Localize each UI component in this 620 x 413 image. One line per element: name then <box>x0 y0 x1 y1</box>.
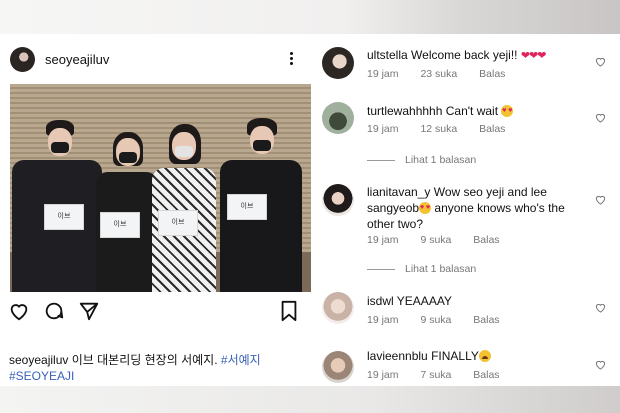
avatar[interactable] <box>322 184 354 216</box>
comment-likes[interactable]: 23 suka <box>420 68 457 80</box>
comment-body-3: anyone knows who's the <box>434 201 565 215</box>
script-booklet-3: 이브 <box>158 210 198 236</box>
comment-text: lavieennblu FINALLY <box>367 348 577 364</box>
comment-body: YEAAAAY <box>396 294 452 308</box>
comment-time: 19 jam <box>367 68 399 80</box>
like-heart-icon[interactable] <box>595 195 606 205</box>
comment-time: 19 jam <box>367 234 399 246</box>
comment-meta: 19 jam 23 suka Balas <box>367 68 505 80</box>
comment-body-4: other two? <box>367 217 424 231</box>
comment-text: lianitavan_y Wow seo yeji and lee sangye… <box>367 184 577 232</box>
hashtag-link[interactable]: #SEOYEAJI <box>9 369 74 383</box>
share-icon[interactable] <box>78 300 100 322</box>
crying-emoji-icon <box>478 350 491 362</box>
background-bottom <box>0 386 620 413</box>
heart-eyes-emoji-icon <box>501 105 514 117</box>
like-heart-icon[interactable] <box>595 360 606 370</box>
comment-time: 19 jam <box>367 314 399 326</box>
avatar[interactable] <box>322 351 354 383</box>
reply-button[interactable]: Balas <box>473 369 499 381</box>
comment-time: 19 jam <box>367 123 399 135</box>
comment-username[interactable]: ultstella <box>367 48 408 62</box>
heart-eyes-emoji-icon <box>419 202 432 214</box>
view-replies-label[interactable]: Lihat 1 balasan <box>405 154 476 166</box>
comment-meta: 19 jam 7 suka Balas <box>367 369 500 381</box>
view-replies-label[interactable]: Lihat 1 balasan <box>405 263 476 275</box>
comment-body-2: sangyeob <box>367 201 420 215</box>
background-top <box>0 0 620 34</box>
more-icon[interactable] <box>290 52 294 66</box>
caption-text: 이브 대본리딩 현장의 서예지. <box>71 353 218 367</box>
like-heart-icon[interactable] <box>595 57 606 67</box>
comment-username[interactable]: lavieennblu <box>367 349 428 363</box>
comment-time: 19 jam <box>367 369 399 381</box>
comment-body: Welcome back yeji!! <box>411 48 518 62</box>
view-replies-link[interactable]: Lihat 1 balasan <box>367 263 567 275</box>
comment-body: Can't wait <box>445 104 499 118</box>
script-booklet-4: 이브 <box>227 194 267 220</box>
reply-button[interactable]: Balas <box>473 234 499 246</box>
comment-meta: 19 jam 9 suka Balas <box>367 314 500 326</box>
comment-text: ultstella Welcome back yeji!! ❤❤❤ <box>367 47 577 64</box>
photo-person-3 <box>152 124 216 292</box>
avatar[interactable] <box>322 102 354 134</box>
comment-text: isdwl YEAAAAY <box>367 293 577 309</box>
comment-meta: 19 jam 12 suka Balas <box>367 123 505 135</box>
comment-likes[interactable]: 9 suka <box>420 314 451 326</box>
post-photo[interactable]: 이브 이브 이브 이브 <box>10 84 311 292</box>
bookmark-icon[interactable] <box>279 300 299 322</box>
comment-likes[interactable]: 7 suka <box>420 369 451 381</box>
hearts-emoji-icon: ❤❤❤ <box>520 50 547 62</box>
post-caption: seoyeajiluv 이브 대본리딩 현장의 서예지. #서예지 #SEOYE… <box>9 352 304 384</box>
comment-likes[interactable]: 9 suka <box>420 234 451 246</box>
avatar[interactable] <box>322 292 354 324</box>
heart-icon[interactable] <box>8 300 30 322</box>
comment-body-1: Wow seo yeji and lee <box>433 185 547 199</box>
script-booklet-1: 이브 <box>44 204 84 230</box>
comment-meta: 19 jam 9 suka Balas <box>367 234 500 246</box>
avatar[interactable] <box>322 47 354 79</box>
reply-button[interactable]: Balas <box>473 314 499 326</box>
like-heart-icon[interactable] <box>595 113 606 123</box>
replies-divider <box>367 159 395 161</box>
reply-button[interactable]: Balas <box>479 123 505 135</box>
post-username[interactable]: seoyeajiluv <box>45 52 109 67</box>
comment-icon[interactable] <box>43 300 65 322</box>
avatar[interactable] <box>10 47 35 72</box>
post-panel: seoyeajiluv 이브 이브 이브 이브 seoyeajiluv 이브 대… <box>0 34 311 386</box>
comment-username[interactable]: turtlewahhhhh <box>367 104 442 118</box>
reply-button[interactable]: Balas <box>479 68 505 80</box>
comments-panel: ultstella Welcome back yeji!! ❤❤❤ 19 jam… <box>311 34 620 386</box>
comment-body: FINALLY <box>431 349 479 363</box>
script-booklet-2: 이브 <box>100 212 140 238</box>
view-replies-link[interactable]: Lihat 1 balasan <box>367 154 567 166</box>
hashtag-link[interactable]: #서예지 <box>221 353 261 367</box>
post-header: seoyeajiluv <box>0 34 311 82</box>
comment-text: turtlewahhhhh Can't wait <box>367 103 577 119</box>
replies-divider <box>367 268 395 270</box>
comment-username[interactable]: lianitavan_y <box>367 185 430 199</box>
caption-username[interactable]: seoyeajiluv <box>9 353 68 367</box>
comment-username[interactable]: isdwl <box>367 294 394 308</box>
like-heart-icon[interactable] <box>595 303 606 313</box>
comment-likes[interactable]: 12 suka <box>420 123 457 135</box>
post-actions <box>0 300 311 330</box>
